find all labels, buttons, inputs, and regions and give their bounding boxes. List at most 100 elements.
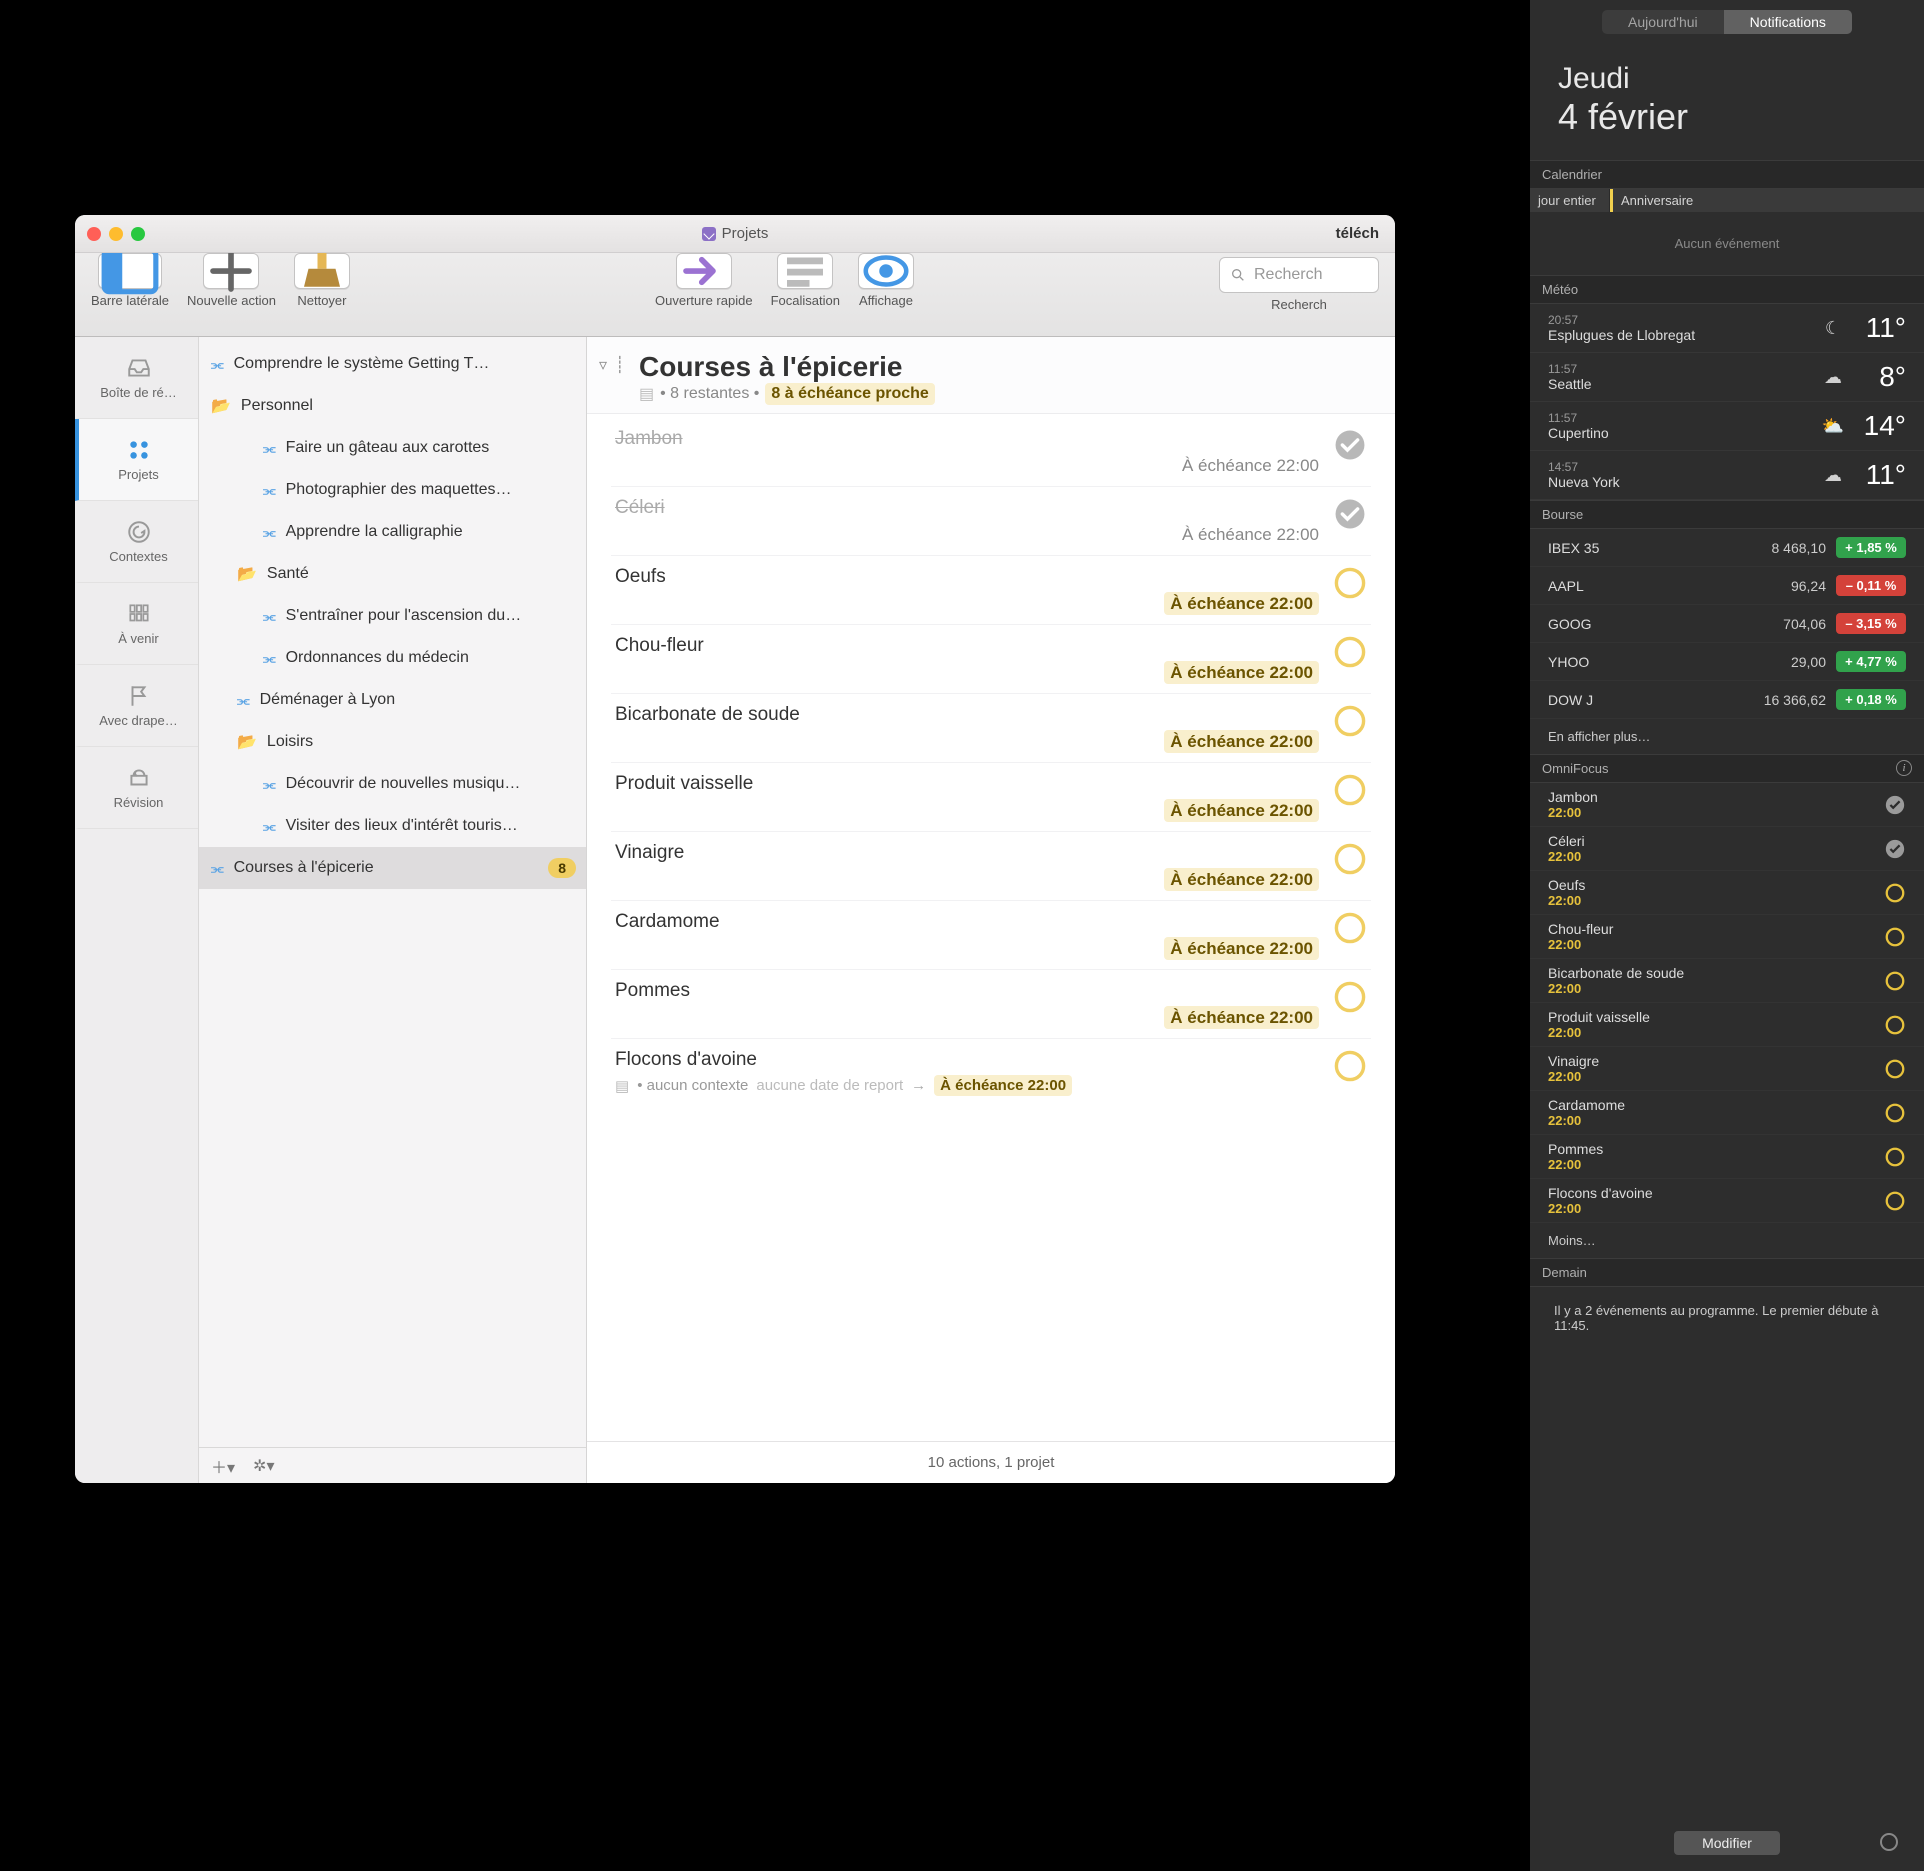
perspective-forecast[interactable]: À venir [75,583,198,665]
nc-section-stocks[interactable]: Bourse [1530,501,1924,529]
task-checkbox[interactable] [1333,911,1367,945]
task-row[interactable]: JambonÀ échéance 22:00 [611,418,1371,487]
toolbar-focus[interactable]: Focalisation [771,253,840,308]
outline-row[interactable]: 📂Loisirs [199,721,586,763]
nc-section-weather[interactable]: Météo [1530,276,1924,304]
perspective-flagged[interactable]: Avec drape… [75,665,198,747]
widget-checkbox[interactable] [1884,1058,1906,1080]
stock-row[interactable]: IBEX 358 468,10+ 1,85 % [1530,529,1924,567]
widget-task-row[interactable]: Céleri22:00 [1530,827,1924,871]
task-checkbox[interactable] [1333,428,1367,462]
task-row[interactable]: Produit vaisselleÀ échéance 22:00 [611,763,1371,832]
outline-row[interactable]: ⫘Ordonnances du médecin [199,637,586,679]
calendar-event-row[interactable]: jour entier Anniversaire [1530,189,1924,212]
outline-row[interactable]: ⫘S'entraîner pour l'ascension du… [199,595,586,637]
widget-checkbox[interactable] [1884,970,1906,992]
widget-task-row[interactable]: Jambon22:00 [1530,783,1924,827]
task-checkbox[interactable] [1333,566,1367,600]
gear-icon[interactable] [1880,1833,1898,1851]
outline-row[interactable]: ⫘Comprendre le système Getting T… [199,343,586,385]
note-icon[interactable]: ▤ [615,1077,629,1095]
task-row[interactable]: Bicarbonate de soudeÀ échéance 22:00 [611,694,1371,763]
perspective-projects[interactable]: Projets [75,419,198,501]
widget-task-row[interactable]: Oeufs22:00 [1530,871,1924,915]
widget-checkbox[interactable] [1884,838,1906,860]
close-button[interactable] [87,227,101,241]
task-checkbox[interactable] [1333,842,1367,876]
widget-checkbox[interactable] [1884,1190,1906,1212]
outline-row[interactable]: ⫘Apprendre la calligraphie [199,511,586,553]
task-checkbox[interactable] [1333,635,1367,669]
outline-row[interactable]: ⫘Découvrir de nouvelles musiqu… [199,763,586,805]
widget-checkbox[interactable] [1884,1102,1906,1124]
omnifocus-less[interactable]: Moins… [1530,1223,1924,1258]
perspective-inbox[interactable]: Boîte de ré… [75,337,198,419]
task-checkbox[interactable] [1333,704,1367,738]
weather-row[interactable]: 20:57Esplugues de Llobregat☾11° [1530,304,1924,353]
task-row[interactable]: OeufsÀ échéance 22:00 [611,556,1371,625]
zoom-button[interactable] [131,227,145,241]
task-row[interactable]: PommesÀ échéance 22:00 [611,970,1371,1039]
outline-row[interactable]: ⫘Photographier des maquettes… [199,469,586,511]
task-checkbox[interactable] [1333,773,1367,807]
weather-row[interactable]: 11:57Seattle☁8° [1530,353,1924,402]
calendar-event[interactable]: Anniversaire [1610,189,1924,212]
task-row[interactable]: Flocons d'avoine▤ • aucun contexte aucun… [611,1039,1371,1106]
outline-row[interactable]: ⫘Courses à l'épicerie8 [199,847,586,889]
widget-task-row[interactable]: Bicarbonate de soude22:00 [1530,959,1924,1003]
widget-task-row[interactable]: Chou-fleur22:00 [1530,915,1924,959]
stock-row[interactable]: GOOG704,06– 3,15 % [1530,605,1924,643]
outline-row[interactable]: ⫘Faire un gâteau aux carottes [199,427,586,469]
perspective-contexts[interactable]: Contextes [75,501,198,583]
widget-task-row[interactable]: Vinaigre22:00 [1530,1047,1924,1091]
toolbar-quick-open[interactable]: Ouverture rapide [655,253,753,308]
outline-row[interactable]: 📂Personnel [199,385,586,427]
action-menu[interactable]: ✲▾ [253,1456,274,1476]
toolbar-sidebar[interactable]: Barre latérale [91,253,169,308]
outline-row[interactable]: ⫘Déménager à Lyon [199,679,586,721]
widget-checkbox[interactable] [1884,1146,1906,1168]
stocks-more[interactable]: En afficher plus… [1530,719,1924,754]
task-checkbox[interactable] [1333,497,1367,531]
stock-row[interactable]: YHOO29,00+ 4,77 % [1530,643,1924,681]
nc-section-calendar[interactable]: Calendrier [1530,161,1924,189]
outline-row[interactable]: 📂Santé [199,553,586,595]
task-row[interactable]: VinaigreÀ échéance 22:00 [611,832,1371,901]
task-row[interactable]: CardamomeÀ échéance 22:00 [611,901,1371,970]
widget-checkbox[interactable] [1884,926,1906,948]
stock-row[interactable]: DOW J16 366,62+ 0,18 % [1530,681,1924,719]
widget-task-row[interactable]: Pommes22:00 [1530,1135,1924,1179]
task-row[interactable]: CéleriÀ échéance 22:00 [611,487,1371,556]
add-menu[interactable]: ＋▾ [211,1454,235,1478]
toolbar-cleanup[interactable]: Nettoyer [294,253,350,308]
titlebar[interactable]: Projets téléch [75,215,1395,253]
tab-notifications[interactable]: Notifications [1724,10,1852,34]
minimize-button[interactable] [109,227,123,241]
widget-task-row[interactable]: Produit vaisselle22:00 [1530,1003,1924,1047]
weather-row[interactable]: 11:57Cupertino⛅14° [1530,402,1924,451]
widget-task-row[interactable]: Cardamome22:00 [1530,1091,1924,1135]
nc-section-omnifocus[interactable]: OmniFocus i [1530,755,1924,783]
task-row[interactable]: Chou-fleurÀ échéance 22:00 [611,625,1371,694]
disclosure-icon[interactable]: ▿ [599,355,607,375]
nc-tabs[interactable]: Aujourd'hui Notifications [1602,10,1852,34]
outline-row[interactable]: ⫘Visiter des lieux d'intérêt touris… [199,805,586,847]
weather-row[interactable]: 14:57Nueva York☁11° [1530,451,1924,500]
toolbar-view[interactable]: Affichage [858,253,914,308]
stock-row[interactable]: AAPL96,24– 0,11 % [1530,567,1924,605]
search-input[interactable]: Recherch [1219,257,1379,293]
nc-edit-button[interactable]: Modifier [1674,1831,1780,1855]
widget-checkbox[interactable] [1884,794,1906,816]
widget-checkbox[interactable] [1884,1014,1906,1036]
toolbar-new-action[interactable]: Nouvelle action [187,253,276,308]
task-checkbox[interactable] [1333,1049,1367,1083]
widget-checkbox[interactable] [1884,882,1906,904]
nc-section-tomorrow[interactable]: Demain [1530,1259,1924,1287]
task-checkbox[interactable] [1333,980,1367,1014]
info-icon[interactable]: i [1896,760,1912,776]
perspective-review[interactable]: Révision [75,747,198,829]
project-title[interactable]: Courses à l'épicerie [639,351,1375,383]
note-icon[interactable]: ▤ [639,384,654,404]
tab-today[interactable]: Aujourd'hui [1602,10,1724,34]
widget-task-row[interactable]: Flocons d'avoine22:00 [1530,1179,1924,1223]
